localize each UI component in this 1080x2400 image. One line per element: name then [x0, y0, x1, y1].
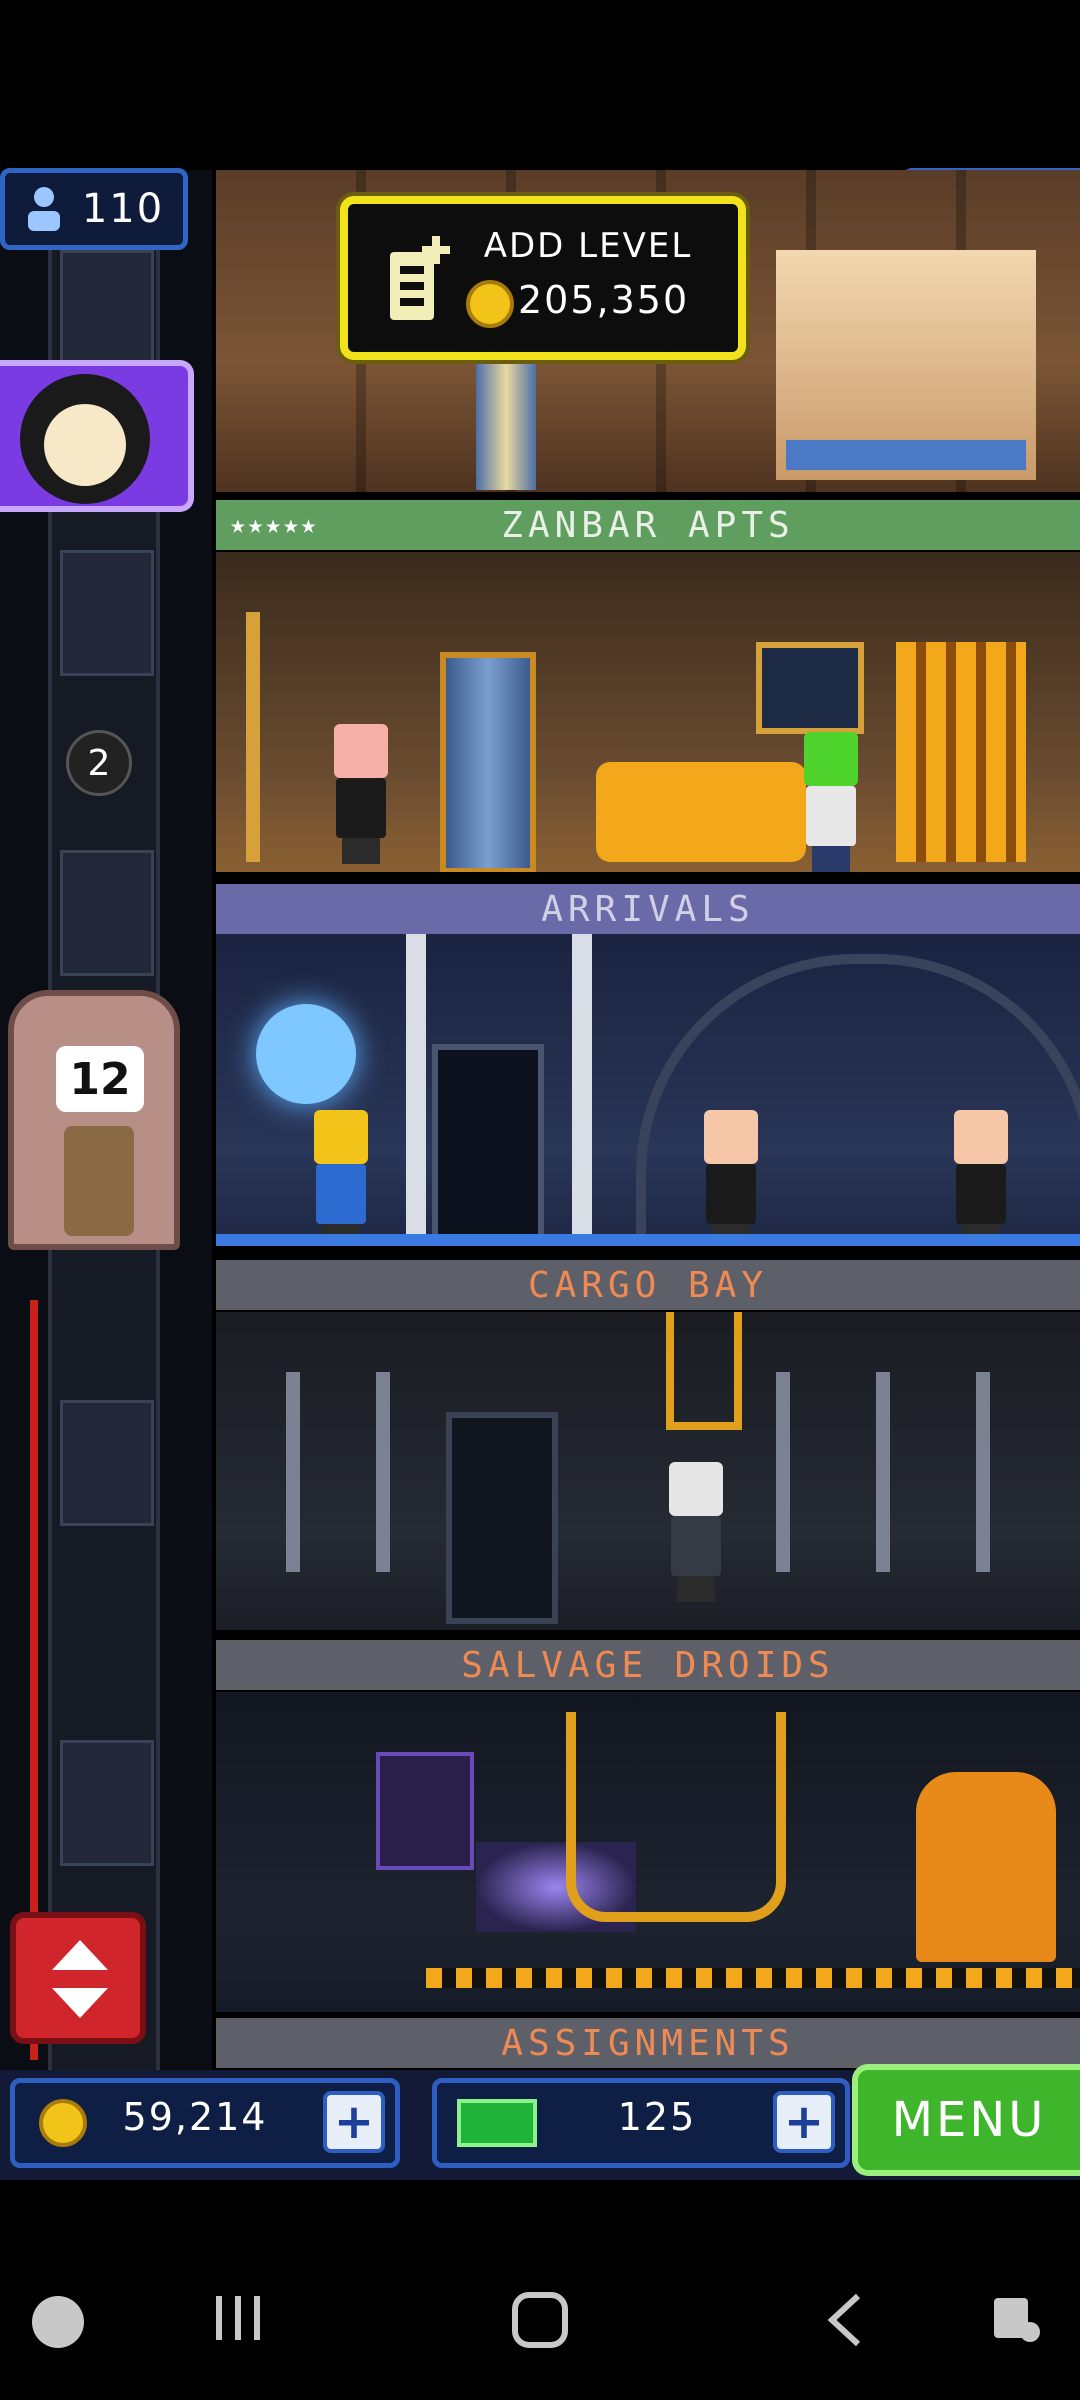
plus-icon: +	[333, 2094, 375, 2150]
elevator-destination-bubble: 12	[56, 1046, 144, 1112]
person-icon	[27, 187, 60, 231]
character-bitizen[interactable]	[326, 724, 396, 864]
hazard-stripe	[426, 1968, 1080, 1988]
floor-lounge[interactable]	[216, 552, 1080, 872]
add-level-button[interactable]: ADD LEVEL 205,350	[340, 196, 746, 360]
game-launcher-icon[interactable]	[32, 2296, 84, 2348]
add-level-cost: 205,350	[518, 278, 690, 322]
population-value: 110	[81, 186, 165, 232]
salvage-arm	[566, 1712, 786, 1922]
plus-icon: +	[783, 2094, 825, 2150]
floor-label-salvage-droids: SALVAGE DROIDS	[216, 1640, 1080, 1690]
floor-salvage-droids[interactable]	[216, 1692, 1080, 2012]
floor-edge	[216, 1234, 1080, 1246]
add-coins-button[interactable]: +	[323, 2091, 385, 2153]
floor-arrivals[interactable]	[216, 934, 1080, 1246]
floor-name: ASSIGNMENTS	[501, 2022, 795, 2064]
salvage-droid[interactable]	[916, 1772, 1056, 1962]
character-bitizen[interactable]	[946, 1110, 1016, 1246]
elevator-queue-bubble: 2	[66, 730, 132, 796]
wall-strip	[376, 1372, 390, 1572]
screen-panel	[376, 1752, 474, 1870]
bux-icon	[457, 2099, 537, 2147]
recent-apps-icon[interactable]	[210, 2290, 266, 2360]
floor-label-arrivals: ARRIVALS	[216, 884, 1080, 934]
home-icon[interactable]	[510, 2290, 570, 2364]
character-worker[interactable]	[306, 1110, 376, 1246]
orange-couch	[596, 762, 806, 862]
vip-avatar	[20, 374, 150, 504]
floor-label-cargo-bay: CARGO BAY	[216, 1260, 1080, 1310]
floor-cargo-bay[interactable]	[216, 1312, 1080, 1630]
floor-lamp	[246, 612, 260, 862]
elevator-control-button[interactable]	[10, 1912, 146, 2044]
wall-strip	[876, 1372, 890, 1572]
light-strip	[406, 934, 426, 1234]
add-floor-icon	[390, 236, 450, 320]
crane-claw	[666, 1312, 742, 1430]
floor-name: CARGO BAY	[527, 1264, 769, 1306]
floor-name: ARRIVALS	[541, 888, 755, 930]
coins-value: 59,214	[122, 2095, 268, 2139]
character-bitizen[interactable]	[796, 732, 866, 872]
coin-icon	[39, 2099, 87, 2147]
decor-sculpture	[896, 642, 1026, 862]
shaft-panel	[60, 1400, 154, 1526]
hologram-globe	[256, 1004, 356, 1104]
back-icon[interactable]	[820, 2290, 870, 2364]
add-bux-button[interactable]: +	[773, 2091, 835, 2153]
light-strip	[572, 934, 592, 1234]
elevator-car[interactable]: 12	[8, 990, 180, 1250]
coin-icon	[466, 280, 514, 328]
character-bitizen[interactable]	[661, 1462, 731, 1602]
curtain-window	[440, 652, 536, 872]
vip-portrait-panel[interactable]	[0, 360, 194, 512]
arrival-door	[432, 1044, 544, 1246]
vip-face	[44, 404, 126, 486]
wall-picture	[756, 642, 864, 734]
wall-strip	[976, 1372, 990, 1572]
population-counter[interactable]: 110	[0, 168, 188, 250]
coins-display[interactable]: 59,214 +	[10, 2078, 400, 2168]
add-level-label: ADD LEVEL	[483, 226, 693, 266]
character-bitizen[interactable]	[696, 1110, 766, 1246]
bux-value: 125	[617, 2095, 697, 2139]
shaft-panel	[60, 1740, 154, 1866]
bux-display[interactable]: 125 +	[432, 2078, 850, 2168]
screenshot-assist-icon[interactable]	[990, 2290, 1046, 2360]
floor-rating-stars: ★★★★★	[230, 510, 319, 540]
shaft-panel	[60, 250, 154, 376]
floor-label-zanbar-apts: ★★★★★ ZANBAR APTS	[216, 500, 1080, 550]
up-down-arrow-icon	[52, 1940, 108, 2018]
floor-name: SALVAGE DROIDS	[461, 1644, 835, 1686]
menu-button[interactable]: MENU	[852, 2064, 1080, 2176]
shaft-panel	[60, 550, 154, 676]
elevator-passenger	[64, 1126, 134, 1236]
cargo-door	[446, 1412, 558, 1624]
floor-label-assignments: ASSIGNMENTS	[216, 2018, 1080, 2068]
wall-strip	[776, 1372, 790, 1572]
shaft-panel	[60, 850, 154, 976]
bar-table	[786, 440, 1026, 470]
floor-name: ZANBAR APTS	[501, 504, 795, 546]
wall-strip	[286, 1372, 300, 1572]
